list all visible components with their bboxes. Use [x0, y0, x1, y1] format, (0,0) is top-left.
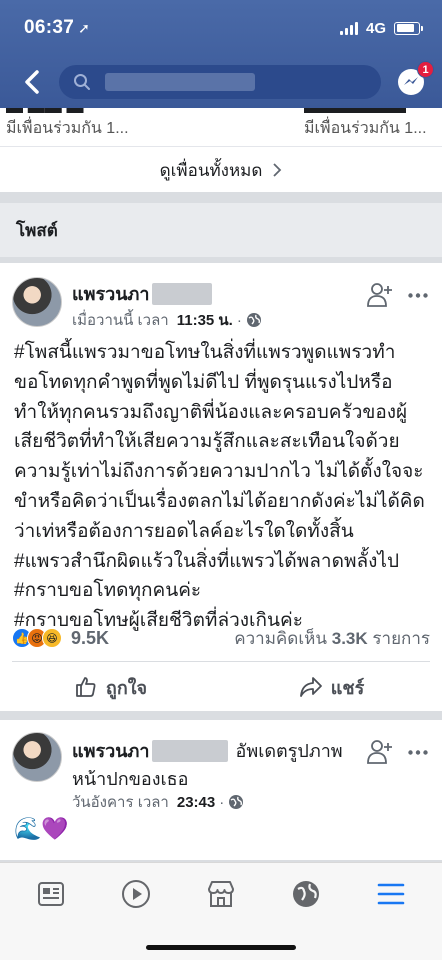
post-line: ทำให้ทุกคนรวมถึงญาติพี่น้องและครอบครัวขอ… — [14, 401, 408, 423]
app-header: 06:37 ➚ 4G 1 — [0, 0, 442, 108]
location-arrow-icon: ➚ — [78, 20, 91, 36]
messenger-button[interactable]: 1 — [395, 61, 434, 99]
friends-card: ▬ ▬▬ ▬ มีเพื่อนร่วมกัน 1... ▬▬▬▬▬▬ มีเพื… — [0, 108, 442, 192]
post: แพรวนภา อัพเดตรูปภาพ หน้าปกของเธอ วันอัง… — [0, 720, 442, 860]
home-indicator — [146, 945, 296, 950]
see-all-friends-button[interactable]: ดูเพื่อนทั้งหมด — [0, 148, 442, 192]
comment-count-value: 3.3K — [331, 628, 368, 648]
more-icon — [408, 749, 428, 755]
battery-icon — [394, 21, 423, 35]
separator-dot: · — [236, 311, 242, 329]
more-options-button[interactable] — [406, 283, 430, 307]
like-button[interactable]: ถูกใจ — [0, 665, 221, 709]
share-label: แชร์ — [330, 677, 365, 698]
haha-reaction-icon: 😆 — [42, 628, 62, 648]
marketplace-icon — [207, 881, 234, 907]
tab-notifications[interactable] — [284, 872, 328, 916]
news-feed-icon — [37, 882, 64, 906]
play-icon — [121, 880, 150, 908]
author-name-redacted — [151, 282, 212, 305]
more-options-button[interactable] — [406, 740, 430, 764]
post-action-row: หน้าปกของเธอ — [72, 764, 188, 793]
friend-suggestion[interactable]: ▬ ▬▬ ▬ มีเพื่อนร่วมกัน 1... — [6, 108, 206, 144]
post-author-row: แพรวนภา อัพเดตรูปภาพ — [72, 736, 343, 765]
search-input[interactable] — [59, 65, 381, 99]
mutual-friends: มีเพื่อนร่วมกัน 1... — [304, 120, 427, 137]
share-icon — [299, 677, 322, 697]
post-time-prefix: วันอังคาร เวลา — [72, 794, 169, 811]
signal-icon — [339, 21, 358, 35]
author-name-redacted — [151, 739, 228, 762]
post-line: #กราบขอโทดทุกคนค่ะ — [14, 580, 202, 602]
bottom-tab-bar — [0, 862, 442, 960]
post-time[interactable]: 23:43 — [177, 794, 215, 811]
add-friend-icon[interactable] — [366, 281, 394, 309]
chevron-left-icon — [24, 70, 39, 94]
tab-marketplace[interactable] — [199, 872, 243, 916]
like-label: ถูกใจ — [105, 677, 148, 698]
status-indicators: 4G — [339, 19, 423, 37]
post-emoji-body: 🌊💜 — [14, 816, 69, 841]
post-action-text: อัพเดตรูปภาพ — [235, 741, 343, 761]
see-all-label: ดูเพื่อนทั้งหมด — [159, 160, 263, 180]
separator-dot: · — [219, 793, 225, 811]
reaction-summary[interactable]: 👍 😡 😆 9.5K — [12, 628, 109, 649]
post-author[interactable]: แพรวนภา — [72, 279, 150, 308]
avatar[interactable] — [12, 732, 62, 782]
mutual-friends: มีเพื่อนร่วมกัน 1... — [6, 120, 129, 137]
divider — [0, 146, 442, 147]
share-button[interactable]: แชร์ — [221, 665, 442, 709]
post-actions: ถูกใจ แชร์ — [0, 665, 442, 709]
reaction-count: 9.5K — [71, 627, 110, 648]
post-line: เสียชีวิตที่ทำให้เสียความรู้สึกและสะเทือ… — [14, 431, 400, 453]
friend-suggestion[interactable]: ▬▬▬▬▬▬ มีเพื่อนร่วมกัน 1... — [304, 108, 440, 144]
tab-list — [0, 863, 442, 925]
more-icon — [408, 292, 428, 298]
post: แพรวนภา เมื่อวานนี้ เวลา 11:35 น. · #โพส… — [0, 263, 442, 711]
tab-menu[interactable] — [369, 872, 413, 916]
comment-label: ความคิดเห็น — [234, 628, 327, 648]
network-type: 4G — [365, 19, 386, 37]
post-line: ความรู้เท่าไม่ถึงการด้วยความปากไว ไม่ได้… — [14, 461, 424, 483]
post-line: ขอโทดทุกคำพูดที่พูดไม่ดีไป ที่พูดรุนแรงไ… — [14, 371, 393, 393]
post-action-text: หน้าปกของเธอ — [72, 769, 189, 789]
divider — [12, 661, 430, 662]
post-time-prefix: เมื่อวานนี้ เวลา — [72, 312, 169, 329]
post-meta: วันอังคาร เวลา 23:43 · — [72, 790, 244, 814]
add-friend-icon[interactable] — [366, 738, 394, 766]
avatar[interactable] — [12, 277, 62, 327]
post-body: #โพสนี้แพรวมาขอโทษในสิ่งที่แพรวพูดแพรวทำ… — [14, 338, 434, 636]
post-time[interactable]: 11:35 น. — [177, 308, 233, 332]
nav-row: 1 — [0, 56, 442, 108]
thumbs-up-icon — [76, 677, 96, 697]
globe-icon — [293, 881, 320, 907]
post-line: ว่าเท่หรือต้องการยอดไลค์อะไรใดใดทั้งสิ้น — [14, 520, 354, 542]
back-button[interactable] — [14, 64, 49, 100]
globe-icon — [246, 313, 261, 327]
status-time-text: 06:37 — [24, 17, 75, 38]
post-line: #แพรวสำนึกผิดแร้วในสิ่งที่แพรวได้พลาดพลั… — [14, 550, 400, 572]
tab-news-feed[interactable] — [29, 872, 73, 916]
menu-icon — [378, 883, 405, 905]
post-meta: เมื่อวานนี้ เวลา 11:35 น. · — [72, 308, 262, 332]
battery-fill — [396, 24, 415, 32]
post-author-row: แพรวนภา — [72, 279, 212, 308]
reaction-icons: 👍 😡 😆 — [12, 628, 62, 648]
status-time: 06:37 ➚ — [24, 17, 90, 39]
globe-icon — [229, 795, 244, 809]
reactions-bar: 👍 😡 😆 9.5K ความคิดเห็น 3.3K รายการ — [12, 625, 430, 651]
search-icon — [74, 74, 91, 90]
post-line: ขำหรือคิดว่าเป็นเรื่องตลกไม่ได้อยากดังค่… — [14, 490, 425, 512]
search-query-redacted — [105, 73, 256, 91]
comment-unit: รายการ — [372, 628, 430, 648]
post-line: #โพสนี้แพรวมาขอโทษในสิ่งที่แพรวพูดแพรวทำ — [14, 342, 396, 363]
post-author[interactable]: แพรวนภา — [72, 736, 150, 765]
comment-count[interactable]: ความคิดเห็น 3.3K รายการ — [234, 625, 430, 652]
chevron-right-icon — [273, 163, 282, 177]
messenger-badge: 1 — [417, 61, 434, 78]
status-bar: 06:37 ➚ 4G — [0, 0, 442, 56]
section-title: โพสต์ — [0, 203, 442, 257]
tab-watch[interactable] — [114, 872, 158, 916]
